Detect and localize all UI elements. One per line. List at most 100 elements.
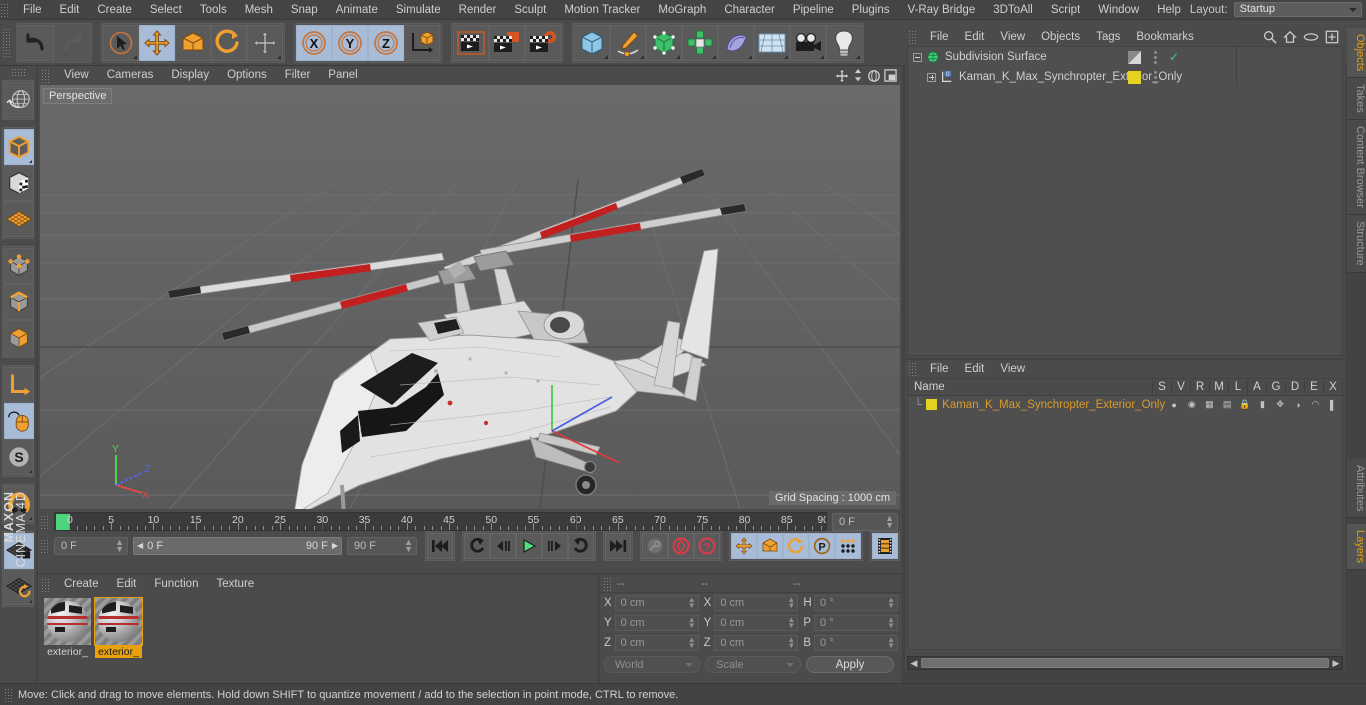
- material-menu-create[interactable]: Create: [55, 575, 108, 594]
- transport-grip[interactable]: [40, 538, 49, 553]
- menu-item-file[interactable]: File: [14, 0, 51, 20]
- expression-icon[interactable]: ◠: [1307, 399, 1325, 410]
- pan-icon[interactable]: [835, 69, 849, 83]
- menu-item-simulate[interactable]: Simulate: [387, 0, 450, 20]
- viewport-menu-panel[interactable]: Panel: [319, 66, 366, 85]
- vertical-tab-objects[interactable]: Objects: [1347, 28, 1366, 79]
- viewport-menu-options[interactable]: Options: [218, 66, 276, 85]
- layer-name-cell[interactable]: └ Kaman_K_Max_Synchropter_Exterior_Only: [908, 399, 1165, 411]
- next-frame-button[interactable]: [542, 532, 568, 559]
- coord-position-field[interactable]: 0 cm ▲ ▼: [614, 615, 699, 631]
- key-scale-button[interactable]: [757, 532, 783, 559]
- apply-button[interactable]: Apply: [806, 656, 894, 673]
- undo-view-button[interactable]: [4, 82, 34, 118]
- material-thumbnail[interactable]: [44, 598, 91, 645]
- coord-size-field[interactable]: 0 cm ▲ ▼: [714, 615, 799, 631]
- animation-mode-button[interactable]: [872, 532, 898, 559]
- workplane-mode-button[interactable]: [4, 201, 34, 237]
- layer-column-header[interactable]: R: [1190, 381, 1209, 393]
- add-layer-icon[interactable]: [1325, 30, 1339, 44]
- layer-column-header[interactable]: V: [1171, 381, 1190, 393]
- play-forwards-button[interactable]: [516, 532, 542, 559]
- vertical-tab-layers[interactable]: Layers: [1347, 524, 1366, 571]
- layer-menu-edit[interactable]: Edit: [957, 360, 993, 378]
- render-icon[interactable]: ▦: [1201, 399, 1219, 410]
- soft-selection-button[interactable]: S: [4, 439, 34, 475]
- layout-dropdown[interactable]: Startup: [1233, 2, 1362, 17]
- spinner-icon[interactable]: ▲ ▼: [404, 537, 413, 553]
- viewport-menu-cameras[interactable]: Cameras: [98, 66, 163, 85]
- object-menu-tags[interactable]: Tags: [1088, 28, 1128, 46]
- helicopter-model[interactable]: [40, 85, 900, 509]
- keyframe-selection-button[interactable]: ?: [694, 532, 720, 559]
- coordinate-system-button[interactable]: [404, 24, 440, 61]
- render-settings-button[interactable]: [525, 24, 561, 61]
- visibility-check-icon[interactable]: ✓: [1169, 50, 1179, 64]
- model-mode-button[interactable]: [4, 129, 34, 165]
- object-menu-file[interactable]: File: [922, 28, 957, 46]
- layer-column-header[interactable]: A: [1247, 381, 1266, 393]
- move-tool-button[interactable]: [139, 24, 175, 61]
- menu-item-mesh[interactable]: Mesh: [236, 0, 282, 20]
- view-icon[interactable]: ◉: [1183, 399, 1201, 410]
- add-light-button[interactable]: [826, 24, 862, 61]
- coord-rotation-field[interactable]: 0 ° ▲ ▼: [814, 635, 899, 651]
- tree-expander-icon[interactable]: [927, 72, 936, 82]
- layer-row[interactable]: └ Kaman_K_Max_Synchropter_Exterior_Only ● ◉…: [908, 396, 1342, 413]
- edges-mode-button[interactable]: [4, 284, 34, 320]
- texture-mode-button[interactable]: [4, 165, 34, 201]
- layer-column-header[interactable]: E: [1304, 381, 1323, 393]
- vertical-tab-takes[interactable]: Takes: [1347, 78, 1366, 121]
- coord-rotation-field[interactable]: 0 ° ▲ ▼: [814, 595, 899, 611]
- object-tree-row[interactable]: 0 Kaman_K_Max_Synchropter_Exterior_Only: [908, 67, 1342, 87]
- menu-item-tools[interactable]: Tools: [191, 0, 236, 20]
- material-grip[interactable]: [41, 577, 50, 592]
- spinner-icon[interactable]: ▲ ▼: [688, 616, 696, 630]
- polygons-mode-button[interactable]: [4, 320, 34, 356]
- coord-position-field[interactable]: 0 cm ▲ ▼: [614, 635, 699, 651]
- toolbar-grip[interactable]: [2, 27, 11, 58]
- layer-column-header[interactable]: G: [1266, 381, 1285, 393]
- coord-position-field[interactable]: 0 cm ▲ ▼: [614, 595, 699, 611]
- lock-x-axis-button[interactable]: X: [296, 24, 332, 61]
- tree-expander-icon[interactable]: [913, 52, 922, 62]
- animation-icon[interactable]: ▮: [1254, 399, 1272, 410]
- timeline-grip[interactable]: [40, 514, 49, 529]
- object-menu-edit[interactable]: Edit: [957, 28, 993, 46]
- viewport-solo-button[interactable]: [4, 403, 34, 439]
- range-left-arrow-icon[interactable]: ◀: [137, 541, 143, 550]
- layer-column-header[interactable]: S: [1152, 381, 1171, 393]
- layer-table[interactable]: Name S V R M L A G D E X └ Kaman_K_Max_Synchropter_…: [907, 378, 1343, 650]
- layer-column-header[interactable]: D: [1285, 381, 1304, 393]
- material-thumbnail[interactable]: [94, 597, 143, 646]
- menu-item-create[interactable]: Create: [88, 0, 141, 20]
- menu-item-window[interactable]: Window: [1089, 0, 1148, 20]
- coord-rotation-field[interactable]: 0 ° ▲ ▼: [814, 615, 899, 631]
- coord-size-field[interactable]: 0 cm ▲ ▼: [714, 595, 799, 611]
- add-cube-button[interactable]: [574, 24, 610, 61]
- autokeying-button[interactable]: [668, 532, 694, 559]
- menu-item-snap[interactable]: Snap: [282, 0, 327, 20]
- add-spline-button[interactable]: [610, 24, 646, 61]
- rotate-view-icon[interactable]: [867, 69, 881, 83]
- menu-item-pipeline[interactable]: Pipeline: [784, 0, 843, 20]
- tag-dots-icon[interactable]: [1151, 70, 1159, 84]
- menu-item-render[interactable]: Render: [450, 0, 506, 20]
- spinner-icon[interactable]: ▲ ▼: [885, 513, 894, 529]
- object-name[interactable]: Subdivision Surface: [945, 51, 1047, 63]
- menu-item-script[interactable]: Script: [1042, 0, 1089, 20]
- timeline-start-field[interactable]: 0 F ▲ ▼: [54, 536, 128, 555]
- menu-item-select[interactable]: Select: [141, 0, 191, 20]
- preview-range-bar[interactable]: ◀ 0 F 90 F ▶: [133, 536, 342, 555]
- menu-item-animate[interactable]: Animate: [327, 0, 387, 20]
- render-view-button[interactable]: [453, 24, 489, 61]
- generators-icon[interactable]: ✥: [1271, 399, 1289, 410]
- spinner-icon[interactable]: ▲ ▼: [115, 537, 124, 553]
- material-menu-texture[interactable]: Texture: [207, 575, 263, 594]
- render-picture-viewer-button[interactable]: [489, 24, 525, 61]
- object-manager-grip[interactable]: [908, 30, 917, 44]
- object-menu-objects[interactable]: Objects: [1033, 28, 1088, 46]
- menu-item-3dtoall[interactable]: 3DToAll: [984, 0, 1042, 20]
- material-menu-function[interactable]: Function: [145, 575, 207, 594]
- spinner-icon[interactable]: ▲ ▼: [887, 596, 895, 610]
